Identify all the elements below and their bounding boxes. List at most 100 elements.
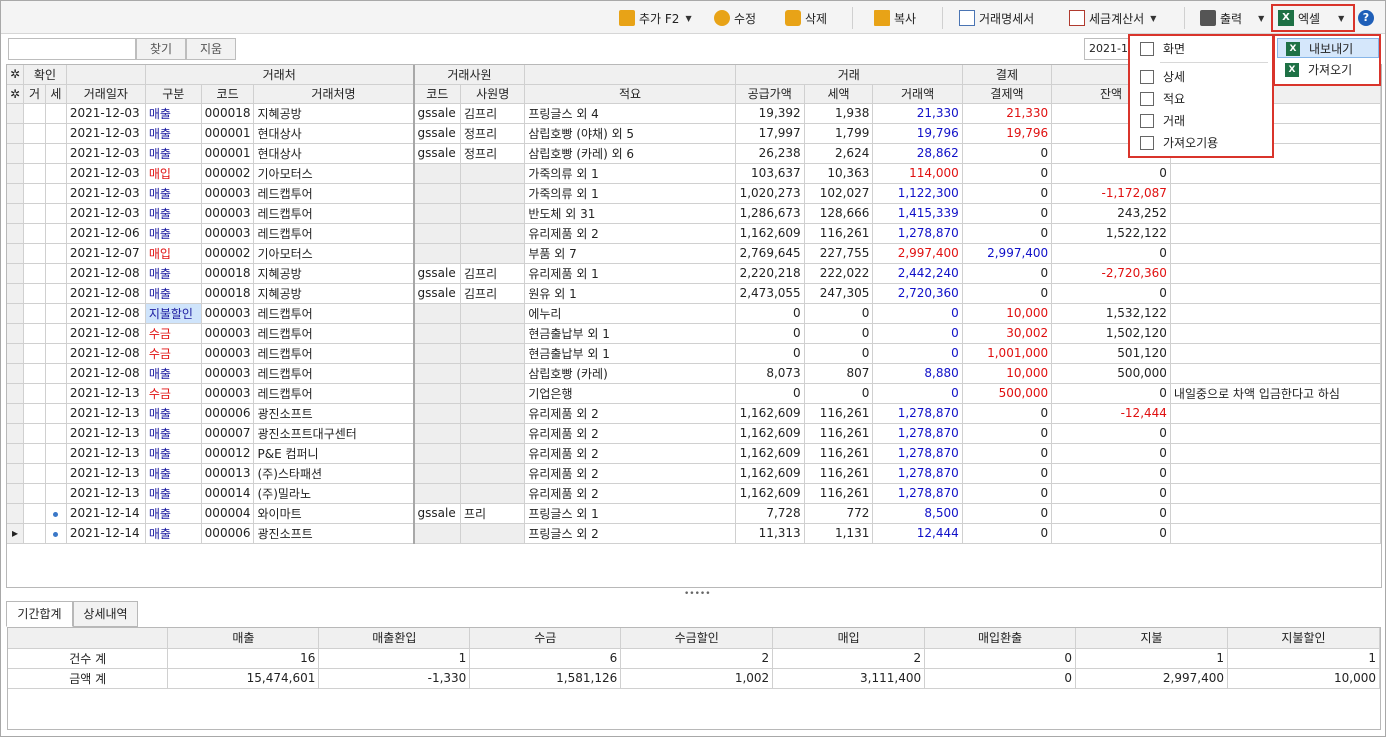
emp-name-cell[interactable]	[460, 363, 526, 384]
note-cell[interactable]	[1170, 303, 1381, 324]
tax-cell[interactable]: 116,261	[804, 463, 874, 484]
balance-cell[interactable]: 0	[1051, 443, 1171, 464]
chevron-down-icon[interactable]: ▼	[685, 14, 691, 23]
g-cell[interactable]	[23, 323, 46, 344]
settle-cell[interactable]: 0	[962, 163, 1053, 184]
balance-cell[interactable]: 243,252	[1051, 203, 1171, 224]
memo-cell[interactable]: 반도체 외 31	[524, 203, 736, 224]
col-type[interactable]: 구분	[145, 84, 202, 104]
balance-cell[interactable]: -1,172,087	[1051, 183, 1171, 204]
supply-cell[interactable]: 2,220,218	[735, 263, 805, 284]
row-header[interactable]	[7, 263, 25, 284]
amount-cell[interactable]: 1,122,300	[872, 183, 963, 204]
g-cell[interactable]	[23, 163, 46, 184]
s-cell[interactable]	[45, 303, 67, 324]
emp-code-cell[interactable]	[413, 163, 461, 184]
date-cell[interactable]: 2021-12-13	[66, 403, 146, 424]
row-header[interactable]	[7, 223, 25, 244]
tax-cell[interactable]: 10,363	[804, 163, 874, 184]
col-g[interactable]: 거	[23, 84, 46, 104]
emp-name-cell[interactable]: 프리	[460, 503, 526, 524]
g-cell[interactable]	[23, 483, 46, 504]
memo-cell[interactable]: 유리제품 외 2	[524, 443, 736, 464]
type-cell[interactable]: 수금	[145, 343, 202, 364]
g-cell[interactable]	[23, 303, 46, 324]
date-cell[interactable]: 2021-12-03	[66, 163, 146, 184]
emp-code-cell[interactable]	[413, 243, 461, 264]
table-row[interactable]: 2021-12-08 매출 000018 지혜공방 gssale 김프리 유리제품 외 12…	[7, 263, 1381, 284]
s-cell[interactable]	[45, 323, 67, 344]
name-cell[interactable]: 지혜공방	[253, 103, 415, 124]
s-cell[interactable]	[45, 123, 67, 144]
name-cell[interactable]: 레드캡투어	[253, 343, 415, 364]
balance-cell[interactable]: -2,720,360	[1051, 263, 1171, 284]
supply-cell[interactable]: 26,238	[735, 143, 805, 164]
emp-code-cell[interactable]: gssale	[413, 143, 461, 164]
type-cell[interactable]: 매입	[145, 243, 202, 264]
date-cell[interactable]: 2021-12-14	[66, 503, 146, 524]
tax-cell[interactable]: 807	[804, 363, 874, 384]
name-cell[interactable]: 지혜공방	[253, 263, 415, 284]
balance-cell[interactable]: 0	[1051, 503, 1171, 524]
tax-cell[interactable]: 116,261	[804, 423, 874, 444]
emp-name-cell[interactable]	[460, 163, 526, 184]
table-row[interactable]: 2021-12-07 매입 000002 기아모터스 부품 외 7 2,769,645 22…	[7, 243, 1381, 264]
code-cell[interactable]: 000006	[201, 403, 255, 424]
emp-code-cell[interactable]	[413, 303, 461, 324]
memo-cell[interactable]: 현금출납부 외 1	[524, 323, 736, 344]
amount-cell[interactable]: 0	[872, 383, 963, 404]
menu-item-trade[interactable]: 거래	[1130, 111, 1272, 131]
settle-cell[interactable]: 0	[962, 443, 1053, 464]
name-cell[interactable]: 현대상사	[253, 123, 415, 144]
tax-cell[interactable]: 1,938	[804, 103, 874, 124]
settle-cell[interactable]: 0	[962, 463, 1053, 484]
date-cell[interactable]: 2021-12-03	[66, 183, 146, 204]
s-cell[interactable]	[45, 523, 67, 544]
tax-cell[interactable]: 0	[804, 343, 874, 364]
balance-cell[interactable]: 0	[1051, 523, 1171, 544]
row-header[interactable]	[7, 243, 25, 264]
s-cell[interactable]	[45, 183, 67, 204]
balance-cell[interactable]: 0	[1051, 383, 1171, 404]
emp-code-cell[interactable]: gssale	[413, 503, 461, 524]
name-cell[interactable]: 레드캡투어	[253, 183, 415, 204]
settle-cell[interactable]: 0	[962, 523, 1053, 544]
emp-name-cell[interactable]: 정프리	[460, 143, 526, 164]
emp-code-cell[interactable]	[413, 443, 461, 464]
tax-cell[interactable]: 116,261	[804, 403, 874, 424]
name-cell[interactable]: 와이마트	[253, 503, 415, 524]
supply-cell[interactable]: 1,286,673	[735, 203, 805, 224]
row-header[interactable]	[7, 183, 25, 204]
g-cell[interactable]	[23, 183, 46, 204]
tax-cell[interactable]: 1,131	[804, 523, 874, 544]
amount-cell[interactable]: 0	[872, 303, 963, 324]
supply-cell[interactable]: 1,162,609	[735, 223, 805, 244]
submenu-item-import[interactable]: X 가져오기	[1277, 60, 1379, 80]
name-cell[interactable]: 레드캡투어	[253, 303, 415, 324]
code-cell[interactable]: 000003	[201, 183, 255, 204]
menu-item-import-format[interactable]: 가져오기용	[1130, 133, 1272, 153]
emp-code-cell[interactable]	[413, 323, 461, 344]
type-cell[interactable]: 매출	[145, 103, 202, 124]
date-cell[interactable]: 2021-12-08	[66, 303, 146, 324]
clear-button[interactable]: 지움	[186, 38, 236, 60]
col-settle[interactable]: 결제액	[962, 84, 1053, 104]
add-button[interactable]: 추가 F2 ▼	[619, 5, 692, 31]
code-cell[interactable]: 000018	[201, 283, 255, 304]
balance-cell[interactable]: -12,444	[1051, 403, 1171, 424]
type-cell[interactable]: 매출	[145, 123, 202, 144]
name-cell[interactable]: (주)스타패션	[253, 463, 415, 484]
settle-cell[interactable]: 0	[962, 223, 1053, 244]
note-cell[interactable]	[1170, 243, 1381, 264]
chevron-down-icon[interactable]: ▼	[1258, 14, 1264, 23]
tax-cell[interactable]: 116,261	[804, 443, 874, 464]
memo-cell[interactable]: 부품 외 7	[524, 243, 736, 264]
balance-cell[interactable]: 0	[1051, 283, 1171, 304]
date-cell[interactable]: 2021-12-13	[66, 423, 146, 444]
balance-cell[interactable]: 500,000	[1051, 363, 1171, 384]
settle-cell[interactable]: 21,330	[962, 103, 1053, 124]
name-cell[interactable]: 레드캡투어	[253, 363, 415, 384]
note-cell[interactable]	[1170, 163, 1381, 184]
settle-cell[interactable]: 0	[962, 203, 1053, 224]
date-cell[interactable]: 2021-12-08	[66, 343, 146, 364]
